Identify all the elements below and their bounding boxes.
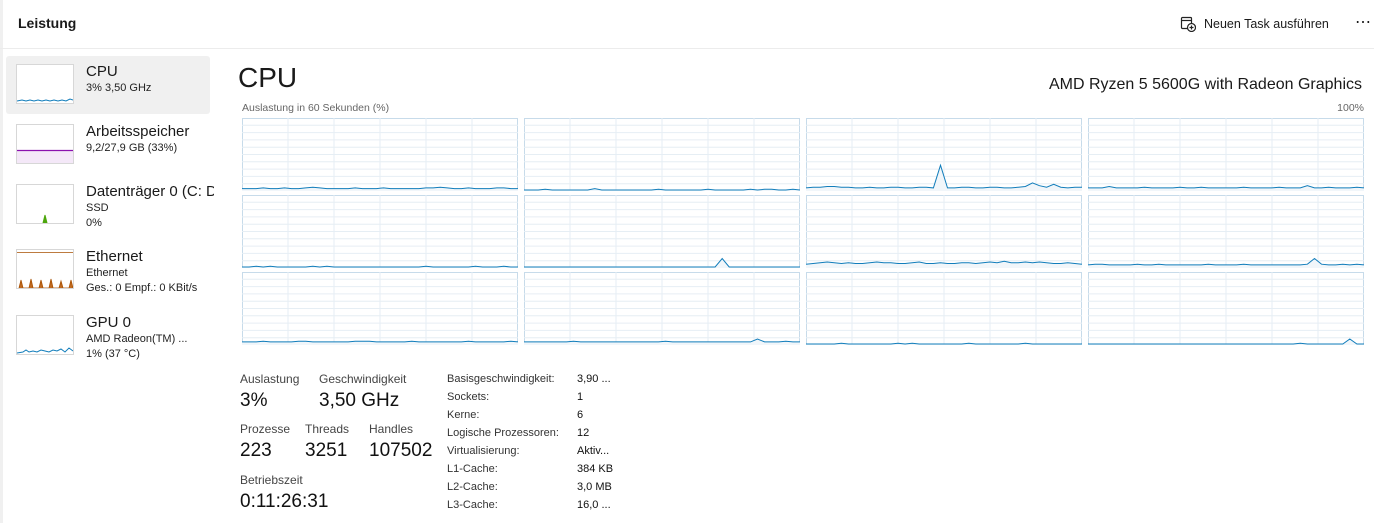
run-new-task-label: Neuen Task ausführen [1204,17,1329,31]
sidebar-item-text: GPU 0 AMD Radeon(TM) ... 1% (37 °C) [86,314,214,362]
processes-value: 223 [240,440,272,461]
sidebar-item-gpu[interactable]: GPU 0 AMD Radeon(TM) ... 1% (37 °C) [6,307,210,365]
spec-value-l2-cache: 3,0 MB [577,481,612,493]
logical-processor-graphs [242,118,1365,345]
cpu-core-graph [242,195,518,268]
disk-thumbnail [16,184,74,224]
cpu-model-name: AMD Ryzen 5 5600G with Radeon Graphics [1048,76,1362,93]
cpu-title: CPU [238,62,298,93]
sidebar-item-detail: 9,2/27,9 GB (33%) [86,142,178,154]
speed-label: Geschwindigkeit [319,372,407,386]
spec-value-base-speed: 3,90 ... [577,373,611,385]
cpu-core-graph-svg [1088,118,1364,191]
spec-value-l1-cache: 384 KB [577,463,614,475]
sidebar-item-text: Arbeitsspeicher 9,2/27,9 GB (33%) [86,123,214,156]
cpu-core-graph [1088,118,1364,191]
spec-label-l2-cache: L2-Cache: [447,481,498,493]
cpu-core-graph [524,118,800,191]
sidebar-item-label: CPU [86,63,118,80]
speed-value: 3,50 GHz [319,390,400,411]
handles-label: Handles [369,422,414,436]
cpu-core-graph-svg [806,272,1082,345]
sidebar-item-ethernet[interactable]: Ethernet Ethernet Ges.: 0 Empf.: 0 KBit/… [6,241,210,299]
utilization-label: Auslastung [240,372,300,386]
utilization-value: 3% [240,390,268,411]
cpu-core-graph-svg [524,272,800,345]
cpu-core-graph [242,272,518,345]
spec-value-cores: 6 [577,409,584,421]
memory-thumbnail [16,124,74,164]
cpu-core-graph [1088,272,1364,345]
sidebar-item-text: Ethernet Ethernet Ges.: 0 Empf.: 0 KBit/… [86,248,214,296]
handles-value: 107502 [369,440,433,461]
uptime-value: 0:11:26:31 [240,491,329,512]
sidebar-item-detail: Ethernet [86,267,128,279]
processes-label: Prozesse [240,422,291,436]
cpu-core-graph-svg [1088,195,1364,268]
sidebar-item-label: Datenträger 0 (C: D [86,183,214,200]
gpu-thumbnail [16,315,74,355]
cpu-detail-panel: CPU AMD Ryzen 5 5600G with Radeon Graphi… [224,48,1374,523]
graph-caption: Auslastung in 60 Sekunden (%) [242,102,390,114]
task-manager-window: Leistung Neuen Task ausführen ⋯ CPU 3% 3… [0,0,1374,523]
spec-label-virtualization: Virtualisierung: [447,445,520,457]
spec-label-l3-cache: L3-Cache: [447,499,498,511]
graph-max-label: 100% [1337,102,1364,114]
spec-value-l3-cache: 16,0 ... [577,499,611,511]
cpu-core-graph [242,118,518,191]
threads-label: Threads [305,422,350,436]
sidebar-item-detail: 3% 3,50 GHz [86,82,152,94]
spec-label-sockets: Sockets: [447,391,490,403]
sidebar-item-memory[interactable]: Arbeitsspeicher 9,2/27,9 GB (33%) [6,116,210,174]
cpu-core-graph-svg [1088,272,1364,345]
sidebar-item-detail: AMD Radeon(TM) ... [86,333,188,345]
sidebar-item-text: Datenträger 0 (C: D SSD 0% [86,183,214,231]
sidebar-item-cpu[interactable]: CPU 3% 3,50 GHz [6,56,210,114]
spec-label-l1-cache: L1-Cache: [447,463,498,475]
spec-value-logical-processors: 12 [577,427,590,439]
cpu-core-graph [1088,195,1364,268]
spec-value-sockets: 1 [577,391,584,403]
uptime-label: Betriebszeit [240,473,303,487]
sidebar-item-detail: 1% (37 °C) [86,348,140,360]
cpu-core-graph [806,118,1082,191]
sidebar-item-text: CPU 3% 3,50 GHz [86,63,214,96]
spec-label-cores: Kerne: [447,409,480,421]
sidebar-item-disk[interactable]: Datenträger 0 (C: D SSD 0% [6,176,214,234]
new-task-icon [1180,16,1196,32]
cpu-core-graph-svg [524,195,800,268]
cpu-core-graph [524,272,800,345]
spec-label-logical-processors: Logische Prozessoren: [447,427,559,439]
sidebar-item-label: GPU 0 [86,314,132,331]
sidebar-item-label: Arbeitsspeicher [86,123,190,140]
sidebar-item-detail: SSD [86,202,109,214]
spec-value-virtualization: Aktiv... [577,445,610,457]
more-options-button[interactable]: ⋯ [1352,12,1374,36]
sidebar-item-detail: 0% [86,217,102,229]
spec-label-base-speed: Basisgeschwindigkeit: [447,373,555,385]
performance-sidebar: CPU 3% 3,50 GHz Arbeitsspeicher 9,2/27,9… [0,48,214,523]
cpu-core-graph-svg [242,195,518,268]
page-title: Leistung [18,15,77,31]
sidebar-item-detail: Ges.: 0 Empf.: 0 KBit/s [86,282,198,294]
cpu-core-graph-svg [242,118,518,191]
cpu-core-graph-svg [242,272,518,345]
ethernet-thumbnail [16,249,74,289]
cpu-core-graph [806,195,1082,268]
sidebar-item-label: Ethernet [86,248,143,265]
threads-value: 3251 [305,440,348,461]
header-bar: Leistung Neuen Task ausführen ⋯ [0,0,1374,49]
cpu-core-graph-svg [524,118,800,191]
cpu-core-graph-svg [806,118,1082,191]
run-new-task-button[interactable]: Neuen Task ausführen [1180,12,1329,36]
cpu-core-graph-svg [806,195,1082,268]
cpu-core-graph [524,195,800,268]
cpu-core-graph [806,272,1082,345]
cpu-thumbnail [16,64,74,104]
